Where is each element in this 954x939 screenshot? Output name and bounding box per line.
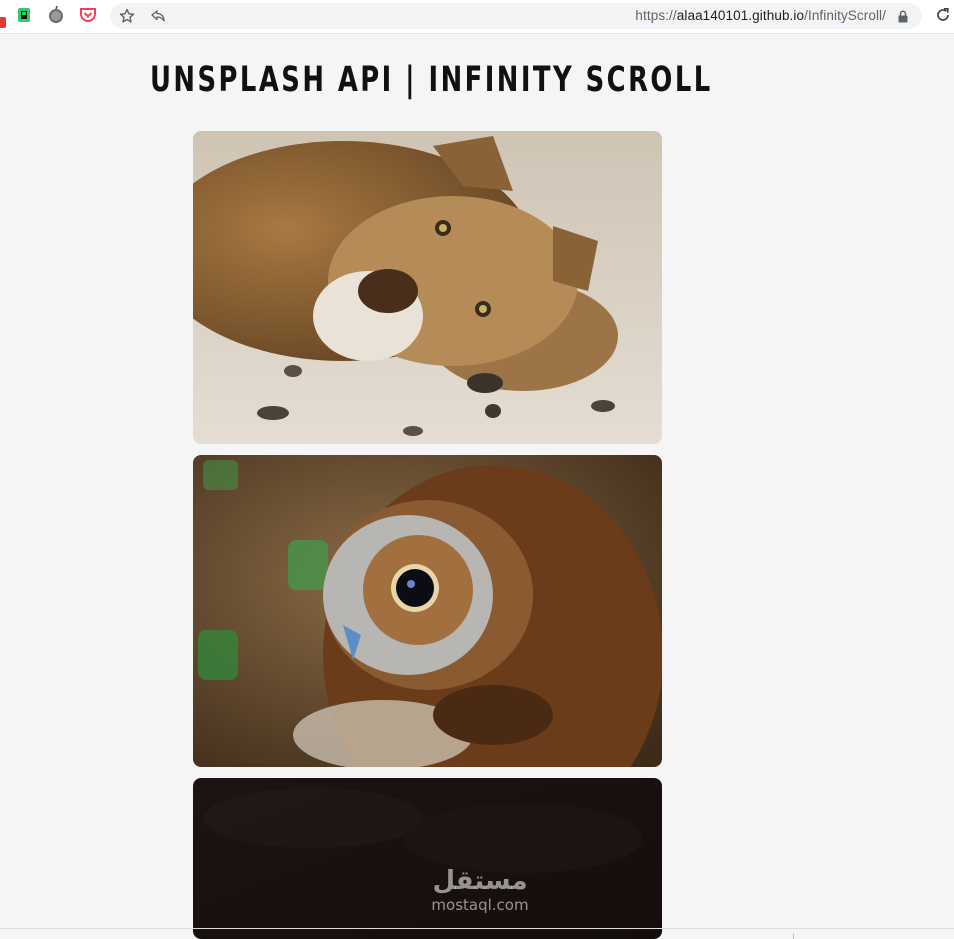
lock-icon[interactable]	[896, 9, 910, 23]
url-text[interactable]: https://alaa140101.github.io/InfinityScr…	[635, 8, 886, 23]
star-icon[interactable]	[118, 7, 136, 25]
extension-icon[interactable]	[15, 6, 33, 24]
watermark-arabic: مستقل	[432, 866, 528, 896]
dark-photo[interactable]	[193, 778, 662, 939]
address-bar[interactable]: https://alaa140101.github.io/InfinityScr…	[110, 3, 922, 29]
watermark: مستقل mostaql.com	[410, 866, 550, 914]
notification-badge	[0, 17, 6, 28]
page-title: UNSPLASH API | INFINITY SCROLL	[150, 60, 713, 100]
divider-tick	[793, 934, 794, 939]
reload-icon[interactable]	[934, 6, 952, 24]
owl-photo[interactable]	[193, 455, 662, 767]
url-scheme: https://	[635, 8, 677, 23]
divider	[0, 928, 954, 929]
browser-toolbar: https://alaa140101.github.io/InfinityScr…	[0, 0, 954, 34]
url-path: /InfinityScroll/	[804, 8, 886, 23]
watermark-latin: mostaql.com	[431, 896, 529, 914]
url-host: alaa140101.github.io	[676, 8, 805, 23]
apple-icon[interactable]	[47, 6, 65, 24]
pocket-icon[interactable]	[79, 6, 97, 24]
lion-photo[interactable]	[193, 131, 662, 444]
share-icon[interactable]	[149, 7, 167, 25]
